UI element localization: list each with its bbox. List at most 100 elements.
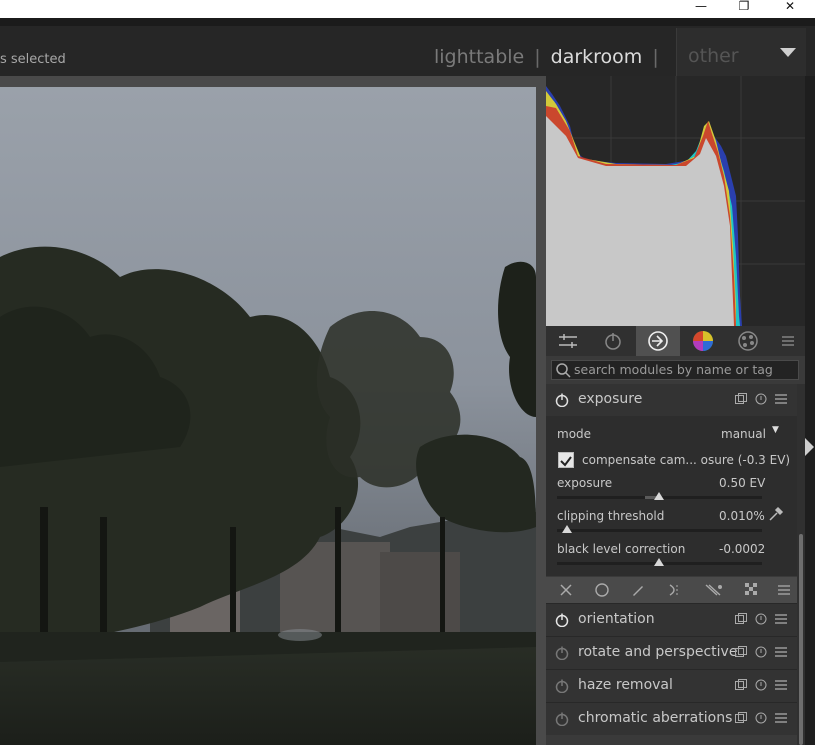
power-icon[interactable] xyxy=(555,679,569,693)
module-header-icons xyxy=(735,679,787,691)
clipping-value: 0.010% xyxy=(719,509,765,523)
tab-base-modules[interactable] xyxy=(636,326,680,356)
black-level-value: -0.0002 xyxy=(719,542,766,556)
module-rotate-perspective[interactable]: rotate and perspective xyxy=(546,636,797,669)
module-search[interactable]: search modules by name or tag xyxy=(551,360,799,380)
tab-active-modules[interactable] xyxy=(591,326,635,356)
duplicate-icon[interactable] xyxy=(735,679,747,691)
top-header: s selected lighttable | darkroom | other xyxy=(0,18,815,76)
tab-quick-access[interactable] xyxy=(546,326,590,356)
black-level-label: black level correction xyxy=(557,542,686,556)
chevron-right-icon xyxy=(805,438,814,456)
clipping-label: clipping threshold xyxy=(557,509,665,523)
module-name: rotate and perspective xyxy=(578,644,738,660)
power-icon[interactable] xyxy=(555,646,569,660)
circle-icon xyxy=(594,583,609,597)
power-icon[interactable] xyxy=(555,712,569,726)
view-switcher: lighttable | darkroom | xyxy=(434,46,669,68)
search-icon xyxy=(556,363,571,378)
module-header-icons xyxy=(735,712,787,724)
toolbar-lens[interactable] xyxy=(658,577,689,603)
color-picker-icon[interactable] xyxy=(768,506,784,522)
tab-effect-modules[interactable] xyxy=(726,326,770,356)
restore-button[interactable]: ❐ xyxy=(730,0,758,14)
module-haze-removal[interactable]: haze removal xyxy=(546,669,797,702)
sliders-icon xyxy=(559,334,577,348)
module-name: orientation xyxy=(578,611,655,627)
duplicate-icon[interactable] xyxy=(735,393,747,405)
menu-icon xyxy=(782,336,794,346)
toolbar-checker[interactable] xyxy=(736,577,767,603)
power-icon xyxy=(605,333,621,350)
module-scrollbar[interactable] xyxy=(797,384,805,745)
enhance-icon xyxy=(705,584,722,596)
module-orientation[interactable]: orientation xyxy=(546,603,797,636)
other-views-dropdown[interactable]: other xyxy=(676,28,806,76)
histogram[interactable] xyxy=(546,76,805,326)
duplicate-icon[interactable] xyxy=(735,712,747,724)
reset-icon[interactable] xyxy=(755,712,767,724)
reset-icon[interactable] xyxy=(755,613,767,625)
power-icon[interactable] xyxy=(555,393,569,407)
close-button[interactable]: ✕ xyxy=(776,0,804,14)
black-level-slider-knob[interactable] xyxy=(654,558,664,566)
menu-icon xyxy=(777,585,790,595)
clipping-slider-knob[interactable] xyxy=(562,525,572,533)
pencil-icon xyxy=(632,586,643,596)
module-header-icons xyxy=(735,646,787,658)
toolbar-pencil[interactable] xyxy=(622,577,653,603)
exposure-module-body: mode manual ▼ compensate cam... osure (-… xyxy=(546,416,797,576)
view-lighttable[interactable]: lighttable xyxy=(434,46,524,68)
toolbar-menu[interactable] xyxy=(768,577,799,603)
module-header-icons xyxy=(735,393,787,405)
view-separator: | xyxy=(652,46,659,68)
close-icon xyxy=(559,584,572,596)
chevron-down-icon xyxy=(780,48,796,57)
module-toolbar xyxy=(546,577,797,603)
toolbar-enhance[interactable] xyxy=(698,577,729,603)
menu-icon[interactable] xyxy=(775,679,787,691)
module-chromatic-aberrations[interactable]: chromatic aberrations xyxy=(546,702,797,735)
image-center-view xyxy=(0,76,546,745)
other-label: other xyxy=(688,45,739,67)
window-titlebar: — ❐ ✕ xyxy=(0,0,815,18)
search-input[interactable]: search modules by name or tag xyxy=(574,362,773,377)
module-header-icons xyxy=(735,613,787,625)
mode-label: mode xyxy=(557,427,592,441)
chevron-down-icon: ▼ xyxy=(772,425,779,435)
mode-select[interactable]: manual xyxy=(721,427,766,441)
right-panel: search modules by name or tag exposure m… xyxy=(546,76,805,745)
power-icon[interactable] xyxy=(555,613,569,627)
scrollbar-thumb[interactable] xyxy=(799,534,803,745)
duplicate-icon[interactable] xyxy=(735,613,747,625)
exposure-slider-knob[interactable] xyxy=(654,492,664,500)
tab-presets-menu[interactable] xyxy=(771,326,805,356)
checker-icon xyxy=(744,583,757,595)
module-name: haze removal xyxy=(578,677,673,693)
palette-icon xyxy=(738,331,758,351)
duplicate-icon[interactable] xyxy=(735,646,747,658)
reset-icon[interactable] xyxy=(755,393,767,405)
exposure-label: exposure xyxy=(557,476,613,490)
exposure-module-header[interactable]: exposure xyxy=(546,384,797,416)
toolbar-circle[interactable] xyxy=(586,577,617,603)
reset-icon[interactable] xyxy=(755,679,767,691)
compensate-label: compensate cam... osure (-0.3 EV) xyxy=(582,453,791,467)
right-border-toggle[interactable] xyxy=(805,76,815,745)
active-modules-icon xyxy=(648,331,668,351)
toolbar-close[interactable] xyxy=(550,577,581,603)
checkmark-icon xyxy=(560,456,572,467)
menu-icon[interactable] xyxy=(775,393,787,405)
exposure-module-name: exposure xyxy=(578,391,643,407)
photo-preview[interactable] xyxy=(0,87,536,745)
reset-icon[interactable] xyxy=(755,646,767,658)
minimize-button[interactable]: — xyxy=(687,0,715,14)
menu-icon[interactable] xyxy=(775,613,787,625)
view-darkroom[interactable]: darkroom xyxy=(551,46,643,68)
menu-icon[interactable] xyxy=(775,712,787,724)
menu-icon[interactable] xyxy=(775,646,787,658)
tab-color-modules[interactable] xyxy=(681,326,725,356)
view-separator: | xyxy=(534,46,541,68)
compensate-checkbox[interactable] xyxy=(558,452,574,468)
clipping-slider[interactable] xyxy=(557,529,762,532)
